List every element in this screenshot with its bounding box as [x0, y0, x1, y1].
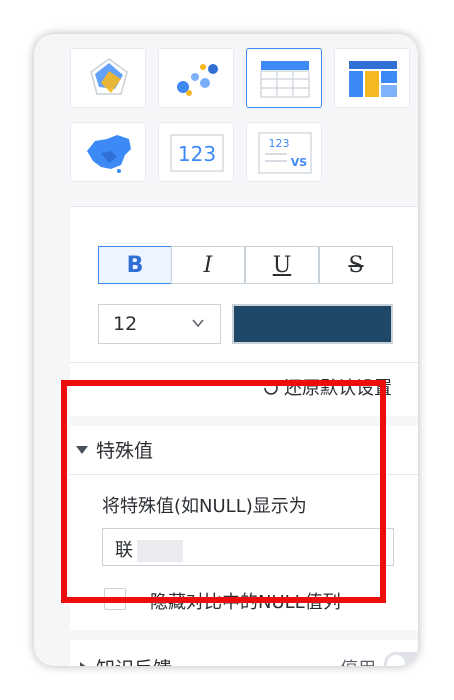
kpi-number-icon: 123	[170, 134, 224, 172]
chart-type-kpi-compare[interactable]: 123 VS	[246, 122, 322, 182]
reset-defaults-label: 还原默认设置	[284, 378, 392, 399]
toggle-label: 停用	[340, 655, 376, 666]
divider	[70, 206, 418, 207]
svg-text:VS: VS	[291, 156, 308, 169]
svg-text:123: 123	[269, 137, 290, 150]
china-map-icon	[87, 135, 131, 173]
chart-type-kpi[interactable]: 123	[158, 122, 234, 182]
divider	[70, 362, 418, 363]
caret-right-icon	[80, 661, 88, 666]
italic-button[interactable]: I	[171, 246, 245, 284]
caret-down-icon	[76, 445, 88, 454]
chart-type-scatter[interactable]	[158, 48, 234, 108]
knowledge-feedback-title: 知识反馈	[96, 654, 172, 666]
special-values-title: 特殊值	[96, 440, 154, 462]
style-settings: B I U S 12 还原默认设置 特殊值 将特殊值(如NULL)显示为 联 隐…	[70, 206, 418, 666]
knowledge-feedback-toggle[interactable]	[384, 652, 418, 666]
reset-defaults-button[interactable]: 还原默认设置	[262, 374, 392, 400]
reset-icon	[263, 380, 278, 395]
settings-panel: 123 123 VS B I U S 12 还原默认设置 特殊值 将特殊值(如N…	[34, 34, 418, 666]
underline-label: U	[272, 252, 292, 278]
hide-null-label: 隐藏对比中的NULL值列	[150, 592, 341, 613]
font-size-value: 12	[113, 313, 138, 335]
svg-text:123: 123	[178, 142, 216, 166]
chart-type-map[interactable]	[70, 122, 146, 182]
kpi-compare-icon: 123 VS	[258, 132, 312, 174]
underline-button[interactable]: U	[245, 246, 319, 284]
chart-type-treemap[interactable]	[334, 48, 410, 108]
chart-type-radar[interactable]	[70, 48, 146, 108]
toggle-knob	[387, 655, 405, 666]
table-icon	[260, 61, 310, 98]
knowledge-feedback-header[interactable]: 知识反馈	[80, 654, 172, 666]
null-display-input[interactable]: 联	[102, 528, 394, 566]
bold-button[interactable]: B	[98, 246, 172, 284]
blurred-text	[137, 540, 183, 562]
special-values-header[interactable]: 特殊值	[76, 436, 153, 463]
text-format-group: B I U S	[98, 246, 393, 284]
radar-chart-icon	[90, 58, 128, 95]
section-gap	[70, 416, 418, 426]
font-color-picker[interactable]	[232, 304, 393, 344]
strikethrough-label: S	[348, 252, 364, 278]
hide-null-checkbox[interactable]	[104, 588, 126, 610]
scatter-chart-icon	[177, 64, 218, 96]
strikethrough-button[interactable]: S	[319, 246, 393, 284]
chart-type-table[interactable]	[246, 48, 322, 108]
font-size-select[interactable]: 12	[98, 304, 221, 344]
divider	[70, 474, 418, 475]
treemap-icon	[349, 61, 397, 97]
null-display-label: 将特殊值(如NULL)显示为	[102, 496, 307, 517]
chevron-down-icon	[192, 319, 204, 328]
section-gap	[70, 630, 418, 640]
null-display-value: 联	[115, 540, 133, 561]
